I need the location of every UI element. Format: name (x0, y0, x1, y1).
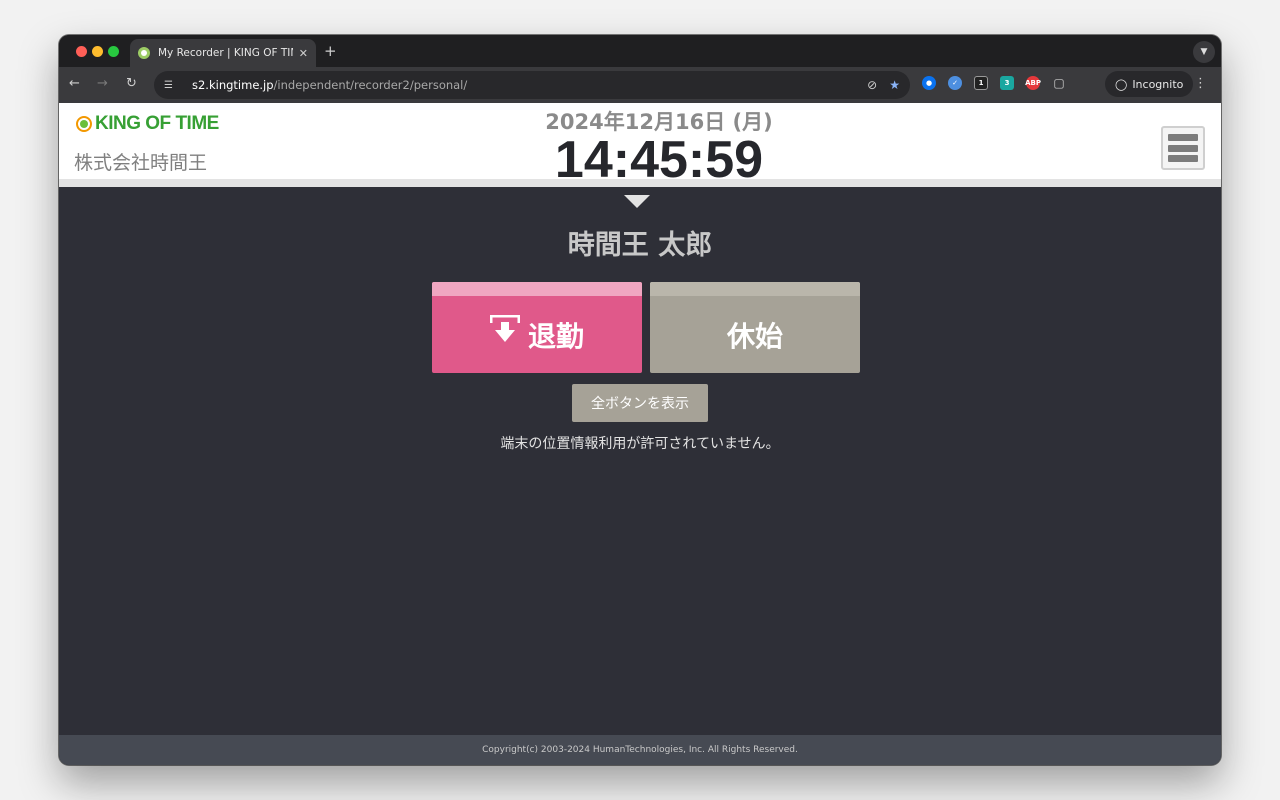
new-tab-button[interactable]: + (324, 42, 337, 60)
tab-close-icon[interactable]: ✕ (299, 47, 308, 60)
extension-b-icon[interactable]: ✓ (948, 76, 962, 90)
kot-logo-icon (76, 116, 92, 132)
tab-my-recorder[interactable]: My Recorder | KING OF TIME ✕ (130, 39, 316, 67)
kot-header: KING OF TIME 株式会社時間王 2024年12月16日 (月) 14:… (59, 103, 1221, 187)
current-time: 14:45:59 (554, 131, 764, 189)
break-start-label: 休始 (726, 319, 783, 353)
page-footer: Copyright(c) 2003-2024 HumanTechnologies… (59, 735, 1221, 765)
back-arrow-icon[interactable]: ← (69, 76, 80, 91)
url-host: s2.kingtime.jp (192, 78, 274, 92)
tab-title: My Recorder | KING OF TIME (158, 47, 293, 59)
geolocation-message: 端末の位置情報利用が許可されていません。 (500, 436, 780, 452)
close-window-button[interactable] (76, 46, 87, 57)
clock-out-label: 退勤 (527, 319, 584, 353)
extensions-puzzle-icon[interactable]: ▢ (1052, 76, 1066, 90)
bookmark-star-icon[interactable]: ★ (889, 78, 900, 92)
show-all-buttons-button[interactable]: 全ボタンを表示 (572, 384, 708, 422)
hamburger-menu-button[interactable] (1161, 126, 1205, 170)
employee-name: 時間王 太郎 (567, 230, 713, 261)
incognito-icon: ◯ (1115, 77, 1128, 91)
copyright-text: Copyright(c) 2003-2024 HumanTechnologies… (482, 745, 798, 755)
adblock-plus-icon[interactable]: ABP (1025, 76, 1041, 90)
kot-logo-text: KING OF TIME (95, 113, 219, 134)
site-info-icon[interactable]: ☰ (164, 80, 182, 91)
location-blocked-icon[interactable]: ⊘ (867, 78, 877, 92)
extension-c-icon[interactable]: 3 (1000, 76, 1014, 90)
stamp-buttons: 退勤 休始 (432, 282, 860, 373)
header-pointer (624, 195, 650, 208)
address-bar[interactable]: ☰ s2.kingtime.jp/independent/recorder2/p… (154, 71, 910, 99)
kot-logo: KING OF TIME (76, 113, 219, 135)
datetime-display: 2024年12月16日 (月) 14:45:59 (499, 106, 819, 189)
maximize-window-button[interactable] (108, 46, 119, 57)
button-cap (650, 282, 860, 296)
forward-arrow-icon[interactable]: → (97, 76, 108, 91)
url-path: /independent/recorder2/personal/ (273, 78, 468, 92)
minimize-window-button[interactable] (92, 46, 103, 57)
reload-icon[interactable]: ↻ (126, 76, 137, 91)
extension-d-icon[interactable]: 1 (974, 76, 988, 90)
clock-out-button[interactable]: 退勤 (432, 282, 642, 373)
tab-search-button[interactable]: ▼ (1193, 41, 1215, 63)
browser-window: My Recorder | KING OF TIME ✕ + ▼ ← → ↻ ☰… (59, 35, 1221, 765)
menu-line (1168, 155, 1198, 162)
extensions-bar: ● ✓ 1 3 ABP ▢ (922, 76, 1066, 90)
browser-menu-icon[interactable]: ⋮ (1194, 76, 1207, 91)
menu-line (1168, 144, 1198, 152)
recorder-page: KING OF TIME 株式会社時間王 2024年12月16日 (月) 14:… (59, 103, 1221, 765)
onepassword-icon[interactable]: ● (922, 76, 936, 90)
incognito-label: Incognito (1132, 77, 1184, 91)
incognito-badge[interactable]: ◯ Incognito (1105, 71, 1194, 97)
company-name: 株式会社時間王 (74, 152, 208, 174)
url-text[interactable]: s2.kingtime.jp/independent/recorder2/per… (192, 78, 467, 92)
button-cap (432, 282, 642, 296)
break-start-button[interactable]: 休始 (650, 282, 860, 373)
tab-strip: My Recorder | KING OF TIME ✕ + ▼ (59, 35, 1221, 67)
browser-toolbar: ← → ↻ ☰ s2.kingtime.jp/independent/recor… (59, 67, 1221, 103)
kot-favicon-icon (138, 47, 150, 59)
menu-line (1168, 134, 1198, 141)
clock-out-arrow-icon (489, 314, 520, 342)
